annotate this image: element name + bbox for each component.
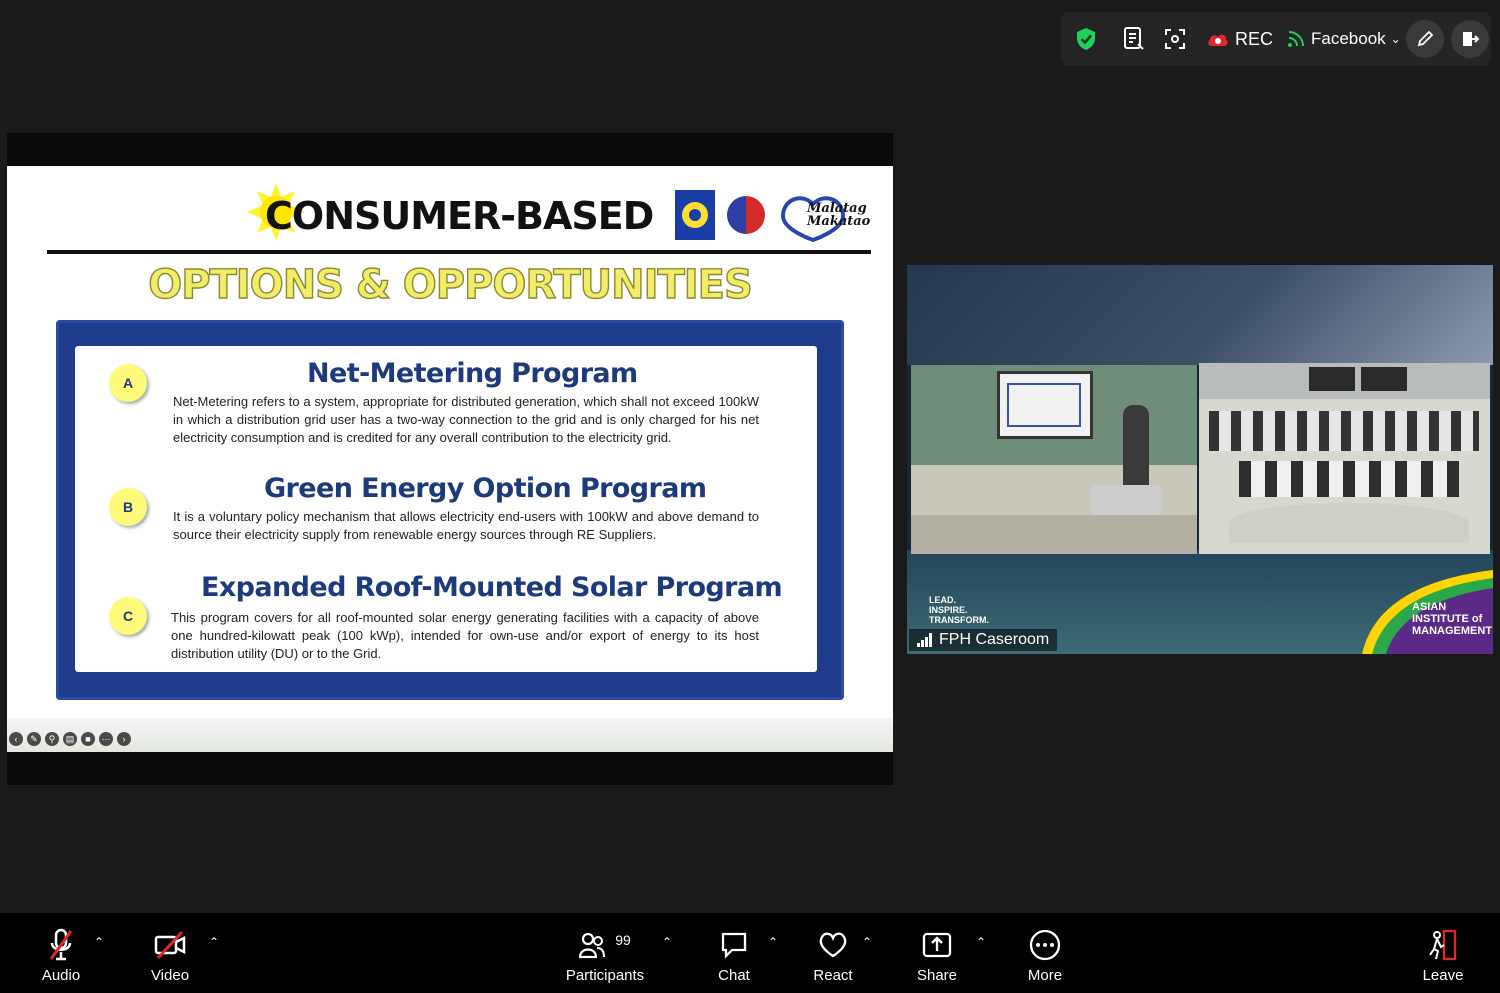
participants-count: 99: [615, 932, 631, 948]
presentation-slide: CONSUMER-BASED Malatag Makatao OPTIONS &…: [7, 166, 893, 752]
cloud-recording-indicator[interactable]: REC: [1207, 12, 1273, 66]
slide-title: CONSUMER-BASED: [265, 194, 654, 238]
video-options-caret[interactable]: ⌃: [209, 935, 219, 949]
slide-subtitle: OPTIONS & OPPORTUNITIES: [148, 261, 754, 308]
react-button[interactable]: React: [808, 913, 858, 993]
bagong-pilipinas-logo: Malatag Makatao: [779, 190, 887, 243]
share-button[interactable]: Share: [912, 913, 962, 993]
subtitles-icon[interactable]: ▤: [63, 732, 77, 746]
stream-label: Facebook: [1311, 29, 1386, 48]
program-text-net-metering: Net-Metering refers to a system, appropr…: [173, 394, 759, 445]
heart-icon: [819, 932, 847, 958]
classroom-feed-left: [911, 365, 1197, 554]
rec-label: REC: [1235, 28, 1274, 49]
live-stream-icon: [1288, 31, 1304, 47]
chat-button[interactable]: Chat: [709, 913, 759, 993]
more-button[interactable]: More: [1020, 913, 1070, 993]
prev-slide-icon[interactable]: ‹: [9, 732, 23, 746]
aim-institute-name: ASIAN INSTITUTE of MANAGEMENT: [1412, 601, 1493, 637]
meeting-controls-bar: Audio ⌃ Video ⌃ 99 Participants ⌃ Chat ⌃…: [0, 913, 1500, 993]
chevron-down-icon: ⌄: [1390, 32, 1401, 46]
audio-button[interactable]: Audio: [36, 913, 86, 993]
participant-video-tile[interactable]: LEAD. INSPIRE. TRANSFORM. ASIAN INSTITUT…: [907, 265, 1493, 654]
program-heading-roof-solar: Expanded Roof-Mounted Solar Program: [201, 572, 783, 603]
leave-button[interactable]: Leave: [1418, 913, 1468, 993]
participants-button[interactable]: 99 Participants: [560, 913, 650, 993]
classroom-feed-right: [1199, 363, 1490, 554]
badge-c: C: [109, 597, 147, 635]
exit-share-icon[interactable]: [1451, 20, 1489, 58]
slide-footer-strip: [7, 718, 893, 752]
program-heading-green-energy: Green Energy Option Program: [264, 473, 707, 504]
slideshow-controls: ‹ ✎ ⚲ ▤ ■ ⋯ ›: [9, 732, 131, 746]
next-slide-icon[interactable]: ›: [117, 732, 131, 746]
more-icon: [1029, 929, 1061, 961]
cloud-record-icon: [1208, 34, 1228, 46]
meeting-top-toolbar: REC Facebook ⌄: [1061, 12, 1491, 66]
shared-screen: CONSUMER-BASED Malatag Makatao OPTIONS &…: [7, 133, 893, 785]
chat-options-caret[interactable]: ⌃: [768, 935, 778, 949]
pen-tool-icon[interactable]: ✎: [27, 732, 41, 746]
badge-a: A: [109, 364, 147, 402]
audio-options-caret[interactable]: ⌃: [94, 935, 104, 949]
badge-b: B: [109, 488, 147, 526]
doe-logo: [675, 190, 715, 240]
annotate-pen-icon[interactable]: [1406, 20, 1444, 58]
security-shield-icon[interactable]: [1075, 12, 1097, 66]
participants-options-caret[interactable]: ⌃: [662, 935, 672, 949]
muted-mic-icon: [49, 928, 73, 961]
focus-mode-icon[interactable]: [1164, 12, 1186, 66]
agency-logos: Malatag Makatao: [675, 188, 887, 244]
program-text-green-energy: It is a voluntary policy mechanism that …: [173, 509, 759, 542]
chat-icon: [721, 932, 747, 959]
more-options-icon[interactable]: ⋯: [99, 732, 113, 746]
virtual-background-sky: [907, 265, 1493, 365]
react-options-caret[interactable]: ⌃: [862, 935, 872, 949]
camera-icon[interactable]: ■: [81, 732, 95, 746]
notes-icon[interactable]: [1123, 12, 1145, 66]
share-options-caret[interactable]: ⌃: [976, 935, 986, 949]
programs-list: A Net-Metering Program Net-Metering refe…: [75, 346, 817, 672]
program-heading-net-metering: Net-Metering Program: [307, 358, 638, 389]
ph-seal-logo: [727, 196, 765, 234]
program-text-roof-solar: This program covers for all roof-mounted…: [171, 610, 759, 661]
live-stream-indicator[interactable]: Facebook ⌄: [1287, 12, 1401, 66]
video-button[interactable]: Video: [145, 913, 195, 993]
participant-name-label: FPH Caseroom: [909, 629, 1058, 651]
participants-icon: [579, 932, 606, 959]
signal-strength-icon: [917, 633, 932, 647]
leave-door-icon: [1429, 929, 1457, 961]
aim-tagline: LEAD. INSPIRE. TRANSFORM.: [929, 595, 989, 625]
video-off-icon: [154, 930, 186, 960]
title-underline: [47, 250, 871, 254]
zoom-icon[interactable]: ⚲: [45, 732, 59, 746]
share-screen-icon: [922, 932, 952, 958]
